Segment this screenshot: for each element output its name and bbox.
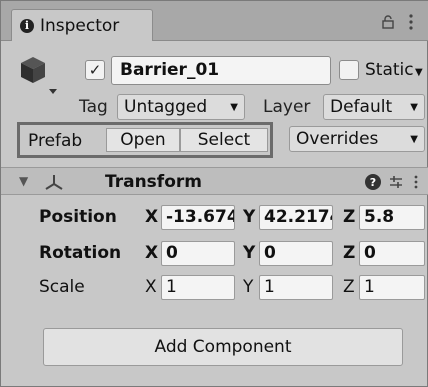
position-y-axis-label[interactable]: Y — [243, 207, 255, 227]
layer-dropdown[interactable]: Default ▼ — [323, 94, 425, 120]
chevron-down-icon: ▼ — [230, 101, 238, 113]
foldout-arrow-icon[interactable]: ▼ — [19, 174, 28, 188]
add-component-button[interactable]: Add Component — [43, 328, 403, 366]
scale-y-field[interactable]: 1 — [259, 275, 333, 300]
tab-inspector[interactable]: i Inspector — [11, 9, 153, 41]
transform-axes-icon — [45, 175, 63, 190]
presets-sliders-icon[interactable] — [388, 174, 404, 190]
layer-value: Default — [330, 97, 393, 117]
position-z-axis-label[interactable]: Z — [343, 207, 355, 227]
kebab-menu-icon[interactable] — [406, 13, 416, 31]
overrides-dropdown[interactable]: Overrides ▼ — [289, 126, 425, 152]
static-label[interactable]: Static — [365, 60, 414, 80]
help-icon[interactable]: ? — [365, 174, 381, 190]
position-x-field[interactable]: -13.674 — [161, 205, 235, 230]
tab-bar: i Inspector — [1, 1, 428, 41]
prefab-group: Prefab Open Select — [17, 122, 273, 158]
gameobject-cube-icon[interactable] — [19, 53, 59, 95]
rotation-y-axis-label[interactable]: Y — [243, 243, 255, 263]
scale-label: Scale — [39, 277, 85, 297]
tag-dropdown[interactable]: Untagged ▼ — [117, 94, 245, 120]
tab-label: Inspector — [40, 15, 120, 36]
position-label: Position — [39, 207, 117, 227]
rotation-label: Rotation — [39, 243, 122, 263]
scale-x-axis-label[interactable]: X — [145, 277, 157, 297]
static-dropdown-arrow-icon[interactable]: ▼ — [415, 67, 423, 78]
overrides-label: Overrides — [296, 129, 379, 149]
tag-value: Untagged — [124, 97, 208, 117]
inspector-window: i Inspector ✓ Barrier_01 Static ▼ Tag Un… — [0, 0, 428, 387]
active-checkbox[interactable]: ✓ — [85, 60, 105, 80]
chevron-down-icon: ▼ — [410, 101, 418, 113]
static-checkbox[interactable] — [339, 60, 359, 80]
rotation-x-field[interactable]: 0 — [161, 241, 235, 266]
rotation-z-field[interactable]: 0 — [359, 241, 425, 266]
scale-z-field[interactable]: 1 — [359, 275, 425, 300]
rotation-z-axis-label[interactable]: Z — [343, 243, 355, 263]
transform-title: Transform — [105, 172, 202, 192]
scale-y-axis-label[interactable]: Y — [243, 277, 253, 297]
tag-label: Tag — [79, 97, 108, 117]
prefab-open-button[interactable]: Open — [106, 128, 180, 152]
prefab-label: Prefab — [28, 131, 83, 151]
position-x-axis-label[interactable]: X — [145, 207, 158, 227]
chevron-down-icon: ▼ — [410, 133, 418, 145]
object-name-field[interactable]: Barrier_01 — [111, 56, 331, 85]
component-menu-icon[interactable] — [413, 174, 419, 190]
layer-label: Layer — [263, 97, 311, 117]
position-z-field[interactable]: 5.8 — [359, 205, 425, 230]
position-y-field[interactable]: 42.2174 — [259, 205, 333, 230]
lock-icon[interactable] — [381, 15, 395, 29]
scale-x-field[interactable]: 1 — [161, 275, 235, 300]
prefab-select-button[interactable]: Select — [180, 128, 268, 152]
transform-header[interactable]: ▼ Transform ? — [1, 167, 428, 195]
rotation-x-axis-label[interactable]: X — [145, 243, 158, 263]
rotation-y-field[interactable]: 0 — [259, 241, 333, 266]
info-icon: i — [20, 18, 34, 33]
scale-z-axis-label[interactable]: Z — [343, 277, 355, 297]
